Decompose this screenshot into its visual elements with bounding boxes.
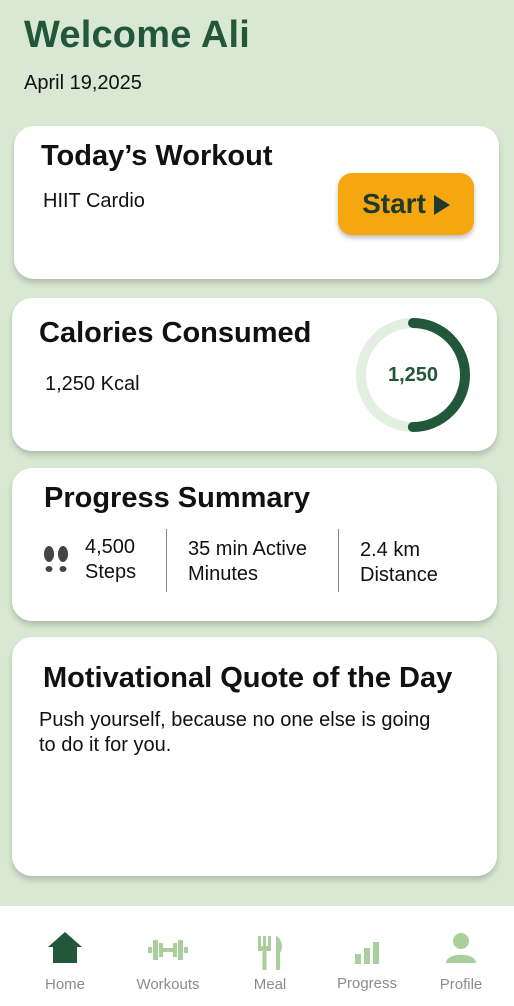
footprints-icon — [44, 546, 68, 572]
home-icon — [48, 932, 82, 963]
nav-item-profile[interactable]: Profile — [411, 906, 511, 1006]
stat-divider — [166, 529, 167, 592]
calories-card: Calories Consumed 1,250 Kcal 1,250 — [12, 298, 497, 451]
nav-label-profile: Profile — [439, 976, 483, 993]
nav-label-meal: Meal — [253, 976, 287, 993]
quote-text: Push yourself, because no one else is go… — [39, 708, 430, 758]
active-minutes-label: Minutes — [188, 563, 259, 585]
quote-card-title: Motivational Quote of the Day — [43, 662, 453, 694]
nav-label-progress: Progress — [336, 975, 398, 992]
nav-item-meal[interactable]: Meal — [220, 906, 320, 1006]
quote-text-line: Push yourself, because no one else is go… — [39, 709, 431, 731]
quote-card: Motivational Quote of the Day Push yours… — [12, 637, 497, 876]
bar-chart-icon — [355, 942, 379, 964]
utensils-icon — [258, 936, 282, 970]
workout-card: Today’s Workout HIIT Cardio Start — [14, 126, 499, 279]
workout-card-title: Today’s Workout — [41, 140, 273, 172]
progress-summary-card: Progress Summary 4,500 Steps 35 min Acti… — [12, 468, 497, 621]
nav-item-home[interactable]: Home — [15, 906, 115, 1006]
steps-value: 4,500 — [85, 536, 136, 558]
distance-value: 2.4 km — [360, 539, 421, 561]
calories-value: 1,250 Kcal — [45, 373, 140, 395]
start-button-label: Start — [362, 188, 426, 219]
dumbbell-icon — [148, 940, 188, 960]
bottom-navigation: Home Workouts Meal Progress Profile — [0, 906, 514, 1006]
nav-item-progress[interactable]: Progress — [317, 906, 417, 1006]
play-icon — [433, 195, 450, 215]
current-date: April 19,2025 — [24, 72, 142, 94]
calorie-ring-label: 1,250 — [387, 363, 439, 386]
distance-stat: 2.4 km Distance — [360, 538, 438, 588]
active-minutes-stat: 35 min Active Minutes — [188, 537, 307, 587]
nav-label-workouts: Workouts — [136, 976, 200, 993]
workout-type: HIIT Cardio — [43, 190, 145, 212]
user-icon — [446, 933, 476, 963]
calories-card-title: Calories Consumed — [39, 317, 312, 349]
nav-label-home: Home — [44, 976, 85, 993]
steps-stat: 4,500 Steps — [85, 535, 136, 585]
distance-label: Distance — [360, 564, 438, 586]
welcome-heading: Welcome Ali — [24, 14, 251, 56]
nav-item-workouts[interactable]: Workouts — [118, 906, 218, 1006]
start-workout-button[interactable]: Start — [338, 173, 474, 235]
stat-divider — [338, 529, 339, 592]
steps-label: Steps — [85, 561, 137, 583]
quote-text-line: to do it for you. — [39, 734, 172, 756]
progress-card-title: Progress Summary — [44, 482, 310, 514]
active-minutes-value: 35 min Active — [188, 538, 307, 560]
